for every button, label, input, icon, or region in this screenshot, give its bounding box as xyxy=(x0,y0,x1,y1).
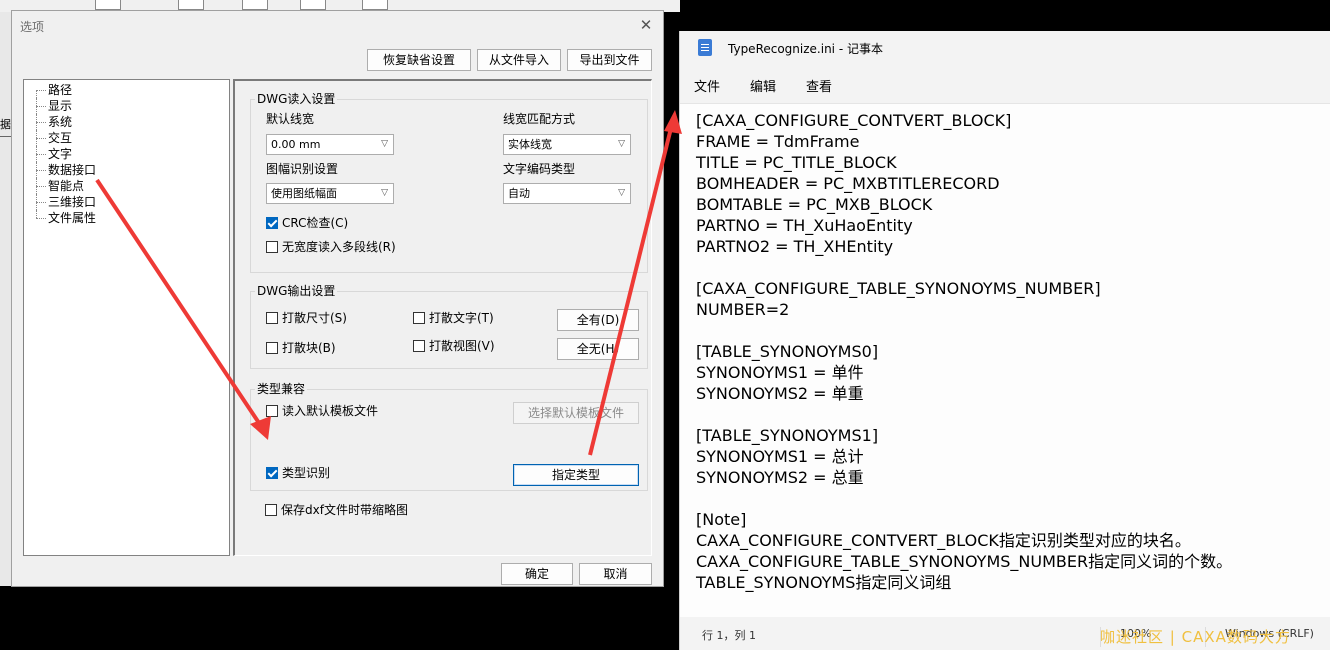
cancel-button[interactable]: 取消 xyxy=(579,563,652,585)
editor-line: [CAXA_CONFIGURE_TABLE_SYNONOYMS_NUMBER] xyxy=(696,279,1101,298)
explode-view-checkbox[interactable]: 打散视图(V) xyxy=(413,338,495,354)
editor-line: [TABLE_SYNONOYMS0] xyxy=(696,342,879,361)
editor-line: BOMTABLE = PC_MXB_BLOCK xyxy=(696,195,933,214)
watermark: 咖迷社区 | CAXA数码大方 xyxy=(1100,628,1291,646)
tree-item-3d-interface[interactable]: 三维接口 xyxy=(24,194,224,210)
dwg-read-title: DWG读入设置 xyxy=(255,92,338,106)
tree-item-file-properties[interactable]: 文件属性 xyxy=(24,210,224,226)
notepad-window: TypeRecognize.ini - 记事本 文件 编辑 查看 [CAXA_C… xyxy=(679,31,1330,650)
editor-line: SYNONOYMS2 = 总重 xyxy=(696,468,864,487)
select-none-button[interactable]: 全无(H) xyxy=(557,338,639,360)
menu-view[interactable]: 查看 xyxy=(806,76,832,95)
menu-edit[interactable]: 编辑 xyxy=(750,76,776,95)
dwg-read-group: DWG读入设置 默认线宽 0.00 mm ▽ 线宽匹配方式 实体线宽 ▽ 图幅识别设… xyxy=(250,92,648,273)
frame-detect-select[interactable]: 使用图纸幅面 ▽ xyxy=(266,183,394,204)
tree-item-path[interactable]: 路径 xyxy=(24,82,224,98)
type-compat-group: 类型兼容 读入默认模板文件 选择默认模板文件 类型识别 指定类型 xyxy=(250,382,648,491)
tree-item-data-interface[interactable]: 数据接口 xyxy=(24,162,224,178)
tree-item-text[interactable]: 文字 xyxy=(24,146,224,162)
editor-line: PARTNO = TH_XuHaoEntity xyxy=(696,216,913,235)
options-tree: 路径 显示 系统 交互 文字 数据接口 智能点 三维接口 文件属性 xyxy=(23,79,230,556)
choose-template-button[interactable]: 选择默认模板文件 xyxy=(513,402,639,424)
editor-line: [Note] xyxy=(696,510,747,529)
editor-line: NUMBER=2 xyxy=(696,300,790,319)
chevron-down-icon: ▽ xyxy=(381,139,388,149)
editor-line: TABLE_SYNONOYMS指定同义词组 xyxy=(696,573,952,592)
explode-dimension-checkbox[interactable]: 打散尺寸(S) xyxy=(266,310,347,326)
menu-file[interactable]: 文件 xyxy=(694,76,720,95)
dialog-title: 选项 xyxy=(20,20,45,34)
editor-line: PARTNO2 = TH_XHEntity xyxy=(696,237,894,256)
editor-line: CAXA_CONFIGURE_CONTVERT_BLOCK指定识别类型对应的块名… xyxy=(696,531,1191,550)
close-icon[interactable]: ✕ xyxy=(635,14,657,36)
editor-line: SYNONOYMS2 = 单重 xyxy=(696,384,864,403)
import-from-file-button[interactable]: 从文件导入 xyxy=(477,49,561,71)
tree-item-smart-point[interactable]: 智能点 xyxy=(24,178,224,194)
editor-line: [TABLE_SYNONOYMS1] xyxy=(696,426,879,445)
editor-line: SYNONOYMS1 = 单件 xyxy=(696,363,864,382)
dwg-output-title: DWG输出设置 xyxy=(255,284,338,298)
crc-check-checkbox[interactable]: CRC检查(C) xyxy=(266,215,348,231)
read-template-checkbox[interactable]: 读入默认模板文件 xyxy=(266,403,378,419)
tree-item-interaction[interactable]: 交互 xyxy=(24,130,224,146)
assign-type-button[interactable]: 指定类型 xyxy=(513,464,639,486)
settings-panel: DWG读入设置 默认线宽 0.00 mm ▽ 线宽匹配方式 实体线宽 ▽ 图幅识别设… xyxy=(233,79,652,556)
toolbar-icon xyxy=(362,0,388,10)
options-dialog: 选项 ✕ 恢复缺省设置 从文件导入 导出到文件 路径 显示 系统 交互 文字 数… xyxy=(11,10,664,587)
width-match-label: 线宽匹配方式 xyxy=(503,112,576,126)
editor-line: FRAME = TdmFrame xyxy=(696,132,860,151)
frame-detect-label: 图幅识别设置 xyxy=(266,162,339,176)
notepad-icon xyxy=(698,39,712,56)
explode-block-checkbox[interactable]: 打散块(B) xyxy=(266,340,336,356)
tree-item-system[interactable]: 系统 xyxy=(24,114,224,130)
default-width-label: 默认线宽 xyxy=(266,112,315,126)
default-width-select[interactable]: 0.00 mm ▽ xyxy=(266,134,394,155)
cursor-position: 行 1，列 1 xyxy=(702,629,756,642)
type-recognition-checkbox[interactable]: 类型识别 xyxy=(266,465,330,481)
select-all-button[interactable]: 全有(D) xyxy=(557,309,639,331)
text-encoding-label: 文字编码类型 xyxy=(503,162,576,176)
chevron-down-icon: ▽ xyxy=(618,188,625,198)
restore-defaults-button[interactable]: 恢复缺省设置 xyxy=(367,49,471,71)
chevron-down-icon: ▽ xyxy=(618,139,625,149)
toolbar-icon xyxy=(95,0,121,10)
tree-item-display[interactable]: 显示 xyxy=(24,98,224,114)
chevron-down-icon: ▽ xyxy=(381,188,388,198)
text-encoding-select[interactable]: 自动 ▽ xyxy=(503,183,631,204)
toolbar-icon xyxy=(242,0,268,10)
editor-line: BOMHEADER = PC_MXBTITLERECORD xyxy=(696,174,1000,193)
toolbar-icon xyxy=(300,0,326,10)
background-cut-text: 据 xyxy=(0,118,11,131)
save-dxf-thumbnail-checkbox[interactable]: 保存dxf文件时带缩略图 xyxy=(265,502,408,518)
type-compat-title: 类型兼容 xyxy=(255,382,308,396)
toolbar-icon xyxy=(178,0,204,10)
editor-line: TITLE = PC_TITLE_BLOCK xyxy=(696,153,897,172)
text-editor[interactable]: [CAXA_CONFIGURE_CONTVERT_BLOCK] FRAME = T… xyxy=(680,103,1330,617)
width-match-select[interactable]: 实体线宽 ▽ xyxy=(503,134,631,155)
ok-button[interactable]: 确定 xyxy=(501,563,573,585)
background-divider xyxy=(0,136,11,137)
dwg-output-group: DWG输出设置 打散尺寸(S) 打散文字(T) 全有(D) 打散块(B) 打散视… xyxy=(250,284,648,369)
no-width-polyline-checkbox[interactable]: 无宽度读入多段线(R) xyxy=(266,239,396,255)
export-to-file-button[interactable]: 导出到文件 xyxy=(567,49,652,71)
editor-line: [CAXA_CONFIGURE_CONTVERT_BLOCK] xyxy=(696,111,1012,130)
notepad-title: TypeRecognize.ini - 记事本 xyxy=(728,42,883,56)
editor-line: SYNONOYMS1 = 总计 xyxy=(696,447,864,466)
editor-line: CAXA_CONFIGURE_TABLE_SYNONOYMS_NUMBER指定同… xyxy=(696,552,1233,571)
background-panel: 据 xyxy=(0,12,11,586)
explode-text-checkbox[interactable]: 打散文字(T) xyxy=(413,310,494,326)
